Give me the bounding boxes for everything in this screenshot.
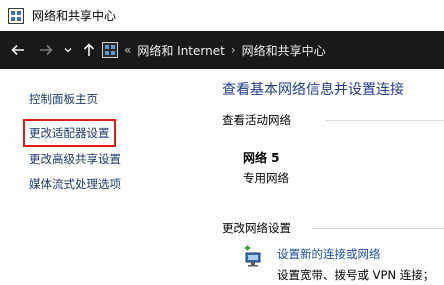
network-type[interactable]: 专用网络 bbox=[243, 170, 289, 186]
chevron-down-icon bbox=[64, 48, 72, 53]
window-title: 网络和共享中心 bbox=[32, 9, 117, 23]
setup-new-connection-link[interactable]: 设置新的连接或网络 bbox=[277, 246, 381, 262]
title-bar: 网络和共享中心 bbox=[0, 0, 444, 31]
breadcrumb-separator[interactable]: › bbox=[231, 43, 236, 57]
arrow-right-icon bbox=[40, 44, 53, 56]
address-bar: « 网络和 Internet › 网络和共享中心 bbox=[0, 31, 444, 69]
setup-new-connection-description: 设置宽带、拨号或 VPN 连接； bbox=[277, 268, 435, 282]
divider bbox=[312, 228, 444, 229]
up-button[interactable] bbox=[80, 40, 98, 60]
network-center-icon bbox=[102, 42, 118, 58]
arrow-left-icon bbox=[11, 44, 24, 56]
change-settings-label: 更改网络设置 bbox=[222, 221, 291, 235]
breadcrumb-overflow[interactable]: « bbox=[124, 43, 131, 57]
network-center-icon bbox=[8, 7, 24, 24]
active-networks-label: 查看活动网络 bbox=[222, 113, 291, 127]
forward-button[interactable] bbox=[36, 40, 56, 60]
sidebar: 控制面板主页 更改适配器设置 更改高级共享设置 媒体流式处理选项 bbox=[0, 69, 200, 285]
recent-locations-button[interactable] bbox=[62, 40, 74, 60]
back-button[interactable] bbox=[8, 40, 28, 60]
divider bbox=[326, 120, 444, 121]
arrow-up-icon bbox=[83, 43, 95, 56]
sidebar-item-advanced-sharing[interactable]: 更改高级共享设置 bbox=[29, 151, 121, 167]
breadcrumb-sharing-center[interactable]: 网络和共享中心 bbox=[242, 42, 326, 59]
sidebar-item-change-adapter-settings[interactable]: 更改适配器设置 bbox=[23, 119, 116, 147]
breadcrumb-network-internet[interactable]: 网络和 Internet bbox=[137, 42, 224, 59]
page-title: 查看基本网络信息并设置连接 bbox=[222, 82, 404, 98]
sidebar-item-control-panel-home[interactable]: 控制面板主页 bbox=[29, 91, 98, 107]
network-name: 网络 5 bbox=[243, 151, 280, 165]
main-content: 查看基本网络信息并设置连接 查看活动网络 网络 5 专用网络 更改网络设置 设置… bbox=[222, 69, 444, 285]
new-connection-icon bbox=[245, 245, 261, 267]
sidebar-item-media-streaming[interactable]: 媒体流式处理选项 bbox=[29, 176, 121, 192]
